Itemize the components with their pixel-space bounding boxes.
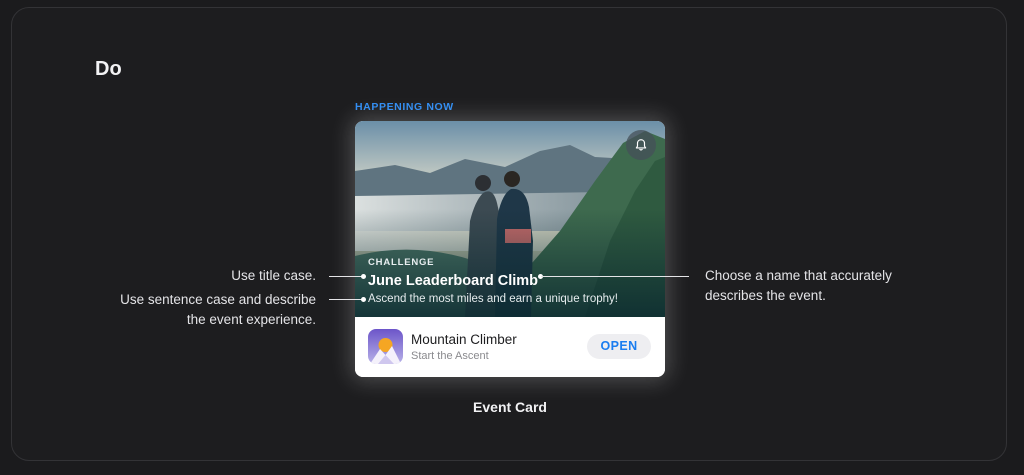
section-heading: Do	[95, 58, 122, 80]
name-leader-line	[541, 276, 689, 277]
desc-leader-dot	[361, 297, 366, 302]
notify-bell-button[interactable]	[626, 130, 656, 160]
event-eyebrow: HAPPENING NOW	[355, 101, 454, 113]
name-note: Choose a name that accurately describes …	[705, 266, 892, 306]
title-leader-line	[329, 276, 362, 277]
title-case-text: Use title case.	[231, 268, 316, 283]
card-caption: Event Card	[473, 399, 547, 415]
name-note-line2: describes the event.	[705, 288, 826, 303]
event-kind-label: CHALLENGE	[368, 257, 435, 268]
app-name: Mountain Climber	[411, 332, 517, 347]
event-overlay-text: CHALLENGE June Leaderboard Climb Ascend …	[368, 257, 658, 305]
sentence-case-line2: the event experience.	[186, 312, 316, 327]
sentence-case-note: Use sentence case and describe the event…	[120, 290, 316, 330]
event-description: Ascend the most miles and earn a unique …	[368, 293, 618, 305]
open-button[interactable]: OPEN	[587, 334, 651, 359]
sentence-case-line1: Use sentence case and describe	[120, 292, 316, 307]
bell-icon	[635, 139, 647, 151]
event-card[interactable]: CHALLENGE June Leaderboard Climb Ascend …	[355, 121, 665, 377]
name-note-line1: Choose a name that accurately	[705, 268, 892, 283]
title-case-note: Use title case.	[231, 266, 316, 286]
desc-leader-line	[329, 299, 362, 300]
app-icon	[368, 329, 403, 364]
event-image: CHALLENGE June Leaderboard Climb Ascend …	[355, 121, 665, 317]
title-leader-dot	[361, 274, 366, 279]
app-subtitle: Start the Ascent	[411, 350, 489, 362]
card-footer: Mountain Climber Start the Ascent OPEN	[355, 317, 665, 377]
